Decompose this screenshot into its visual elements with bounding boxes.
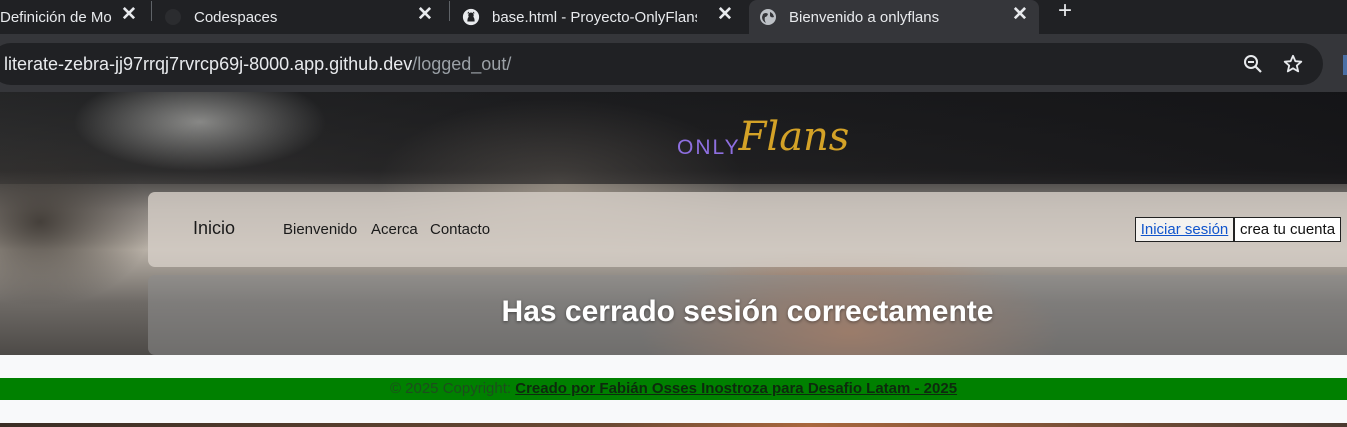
nav-link-bienvenido[interactable]: Bienvenido <box>283 221 357 238</box>
globe-icon <box>759 8 777 26</box>
logo-only-text: ONLY <box>677 136 741 159</box>
browser-toolbar: literate-zebra-jj97rrqj7rvrcp69j-8000.ap… <box>0 34 1347 92</box>
logout-message: Has cerrado sesión correctamente <box>501 295 994 328</box>
tab-bienvenido[interactable]: Bienvenido a onlyflans ✕ <box>749 0 1039 34</box>
tab-codespaces[interactable]: Codespaces ✕ <box>158 0 444 34</box>
tab-divider <box>151 1 152 21</box>
site-logo[interactable]: ONLY Flans <box>677 110 849 162</box>
extension-icon[interactable] <box>1343 55 1347 75</box>
logout-message-box: Has cerrado sesión correctamente <box>148 275 1347 355</box>
nav-link-acerca[interactable]: Acerca <box>371 221 418 238</box>
page-viewport: ONLY Flans Inicio Bienvenido Acerca Cont… <box>0 92 1347 427</box>
footer-credit-link[interactable]: Creado por Fabián Osses Inostroza para D… <box>515 380 957 397</box>
signup-button[interactable]: crea tu cuenta <box>1234 217 1341 242</box>
url-path: /logged_out/ <box>412 54 512 74</box>
logo-flans-text: Flans <box>738 114 850 160</box>
site-header <box>0 92 1347 184</box>
browser-tab-strip: Definición de Mo ✕ Codespaces ✕ base.htm… <box>0 0 1347 34</box>
tab-title: Codespaces <box>194 8 278 26</box>
background-image-bottom <box>0 423 1347 427</box>
tab-title: Definición de Mo <box>0 8 112 26</box>
codespaces-icon <box>164 8 182 26</box>
url-host: literate-zebra-jj97rrqj7rvrcp69j-8000.ap… <box>4 54 413 74</box>
github-icon <box>462 8 480 26</box>
address-bar[interactable]: literate-zebra-jj97rrqj7rvrcp69j-8000.ap… <box>0 43 1323 85</box>
footer-copyright: © 2025 Copyright: <box>389 380 516 397</box>
tab-title: Bienvenido a onlyflans <box>789 8 940 26</box>
close-icon[interactable]: ✕ <box>414 3 436 25</box>
new-tab-button[interactable]: + <box>1052 0 1078 24</box>
login-button[interactable]: Iniciar sesión <box>1135 217 1234 242</box>
zoom-out-icon[interactable] <box>1242 53 1264 75</box>
tab-definicion[interactable]: Definición de Mo ✕ <box>0 0 148 34</box>
nav-link-contacto[interactable]: Contacto <box>430 221 490 238</box>
url-text[interactable]: literate-zebra-jj97rrqj7rvrcp69j-8000.ap… <box>4 43 511 85</box>
tab-title: base.html - Proyecto-OnlyFlans <box>492 8 697 26</box>
close-icon[interactable]: ✕ <box>1009 3 1031 25</box>
navbar: Inicio Bienvenido Acerca Contacto Inicia… <box>148 192 1347 267</box>
nav-brand-inicio[interactable]: Inicio <box>193 218 235 239</box>
tab-base-html[interactable]: base.html - Proyecto-OnlyFlans ✕ <box>456 0 744 34</box>
close-icon[interactable]: ✕ <box>714 3 736 25</box>
close-icon[interactable]: ✕ <box>118 3 140 25</box>
bookmark-star-icon[interactable] <box>1282 53 1304 75</box>
tab-divider <box>449 1 450 21</box>
site-footer: © 2025 Copyright: Creado por Fabián Osse… <box>0 378 1347 400</box>
